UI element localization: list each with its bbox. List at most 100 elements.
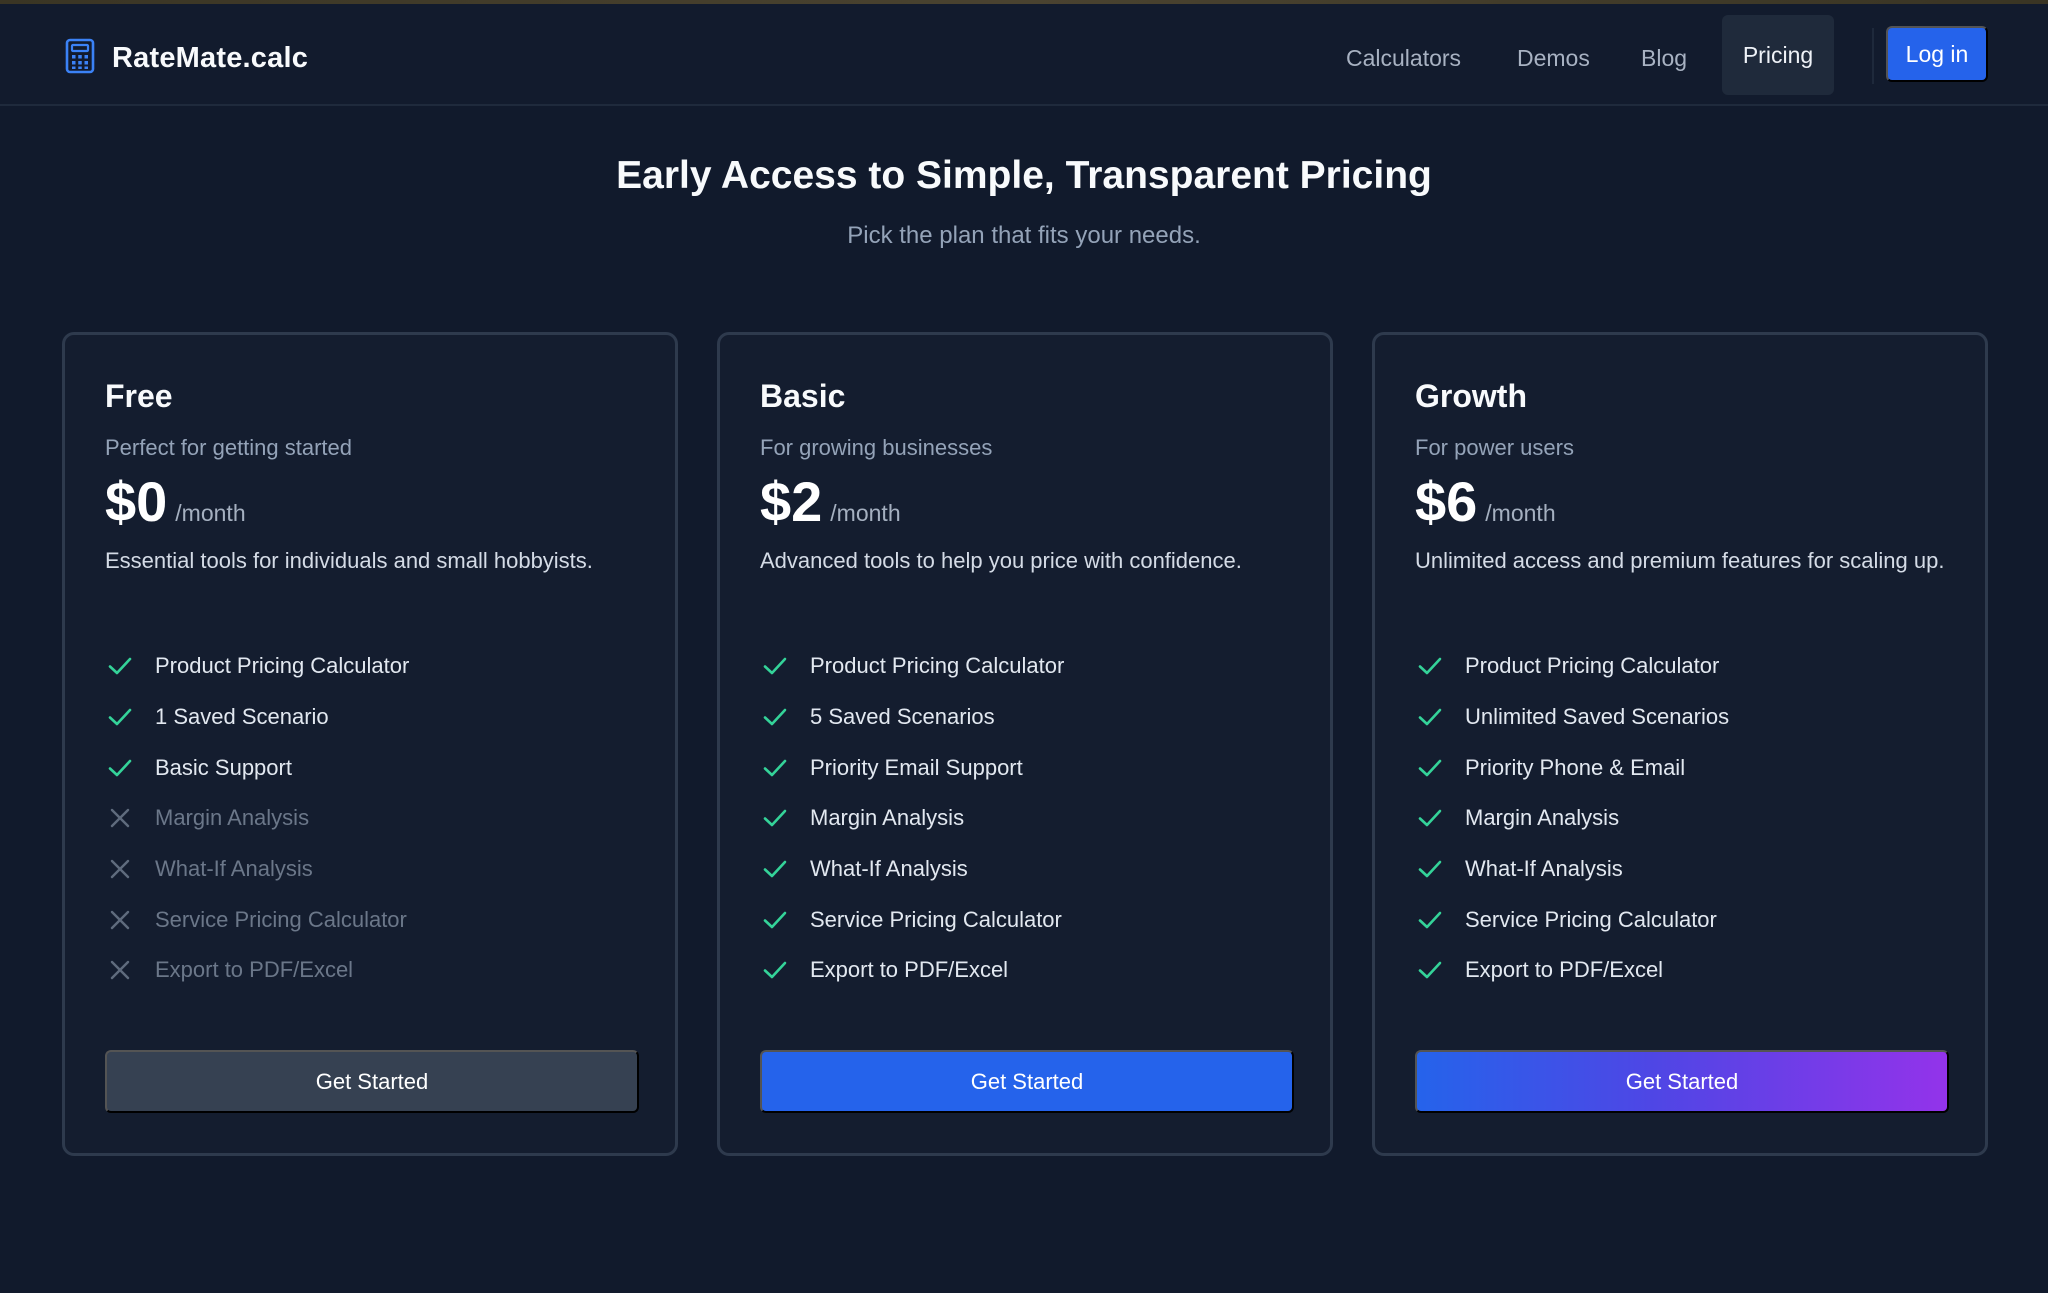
check-icon <box>1415 753 1445 783</box>
pricing-card-growth: Growth For power users $6 /month Unlimite… <box>1372 332 1988 1156</box>
login-button[interactable]: Log in <box>1886 26 1988 82</box>
feature-label: Margin Analysis <box>1465 805 1620 831</box>
nav-link-blog[interactable]: Blog <box>1641 45 1687 72</box>
check-icon <box>105 753 135 783</box>
check-icon <box>760 651 790 681</box>
feature-item: Service Pricing Calculator <box>105 894 409 945</box>
feature-item: Export to PDF/Excel <box>760 945 1064 996</box>
check-icon <box>1415 955 1445 985</box>
navbar: RateMate.calc Calculators Demos Blog Pri… <box>0 4 2048 106</box>
check-icon <box>1415 651 1445 681</box>
price-row: $2 /month <box>760 469 901 534</box>
feature-item: Product Pricing Calculator <box>760 641 1064 692</box>
feature-item: Priority Phone & Email <box>1415 742 1729 793</box>
feature-item: What-If Analysis <box>105 844 409 895</box>
check-icon <box>760 803 790 833</box>
brand-logo[interactable]: RateMate.calc <box>64 38 308 79</box>
nav-link-calculators[interactable]: Calculators <box>1346 45 1461 72</box>
feature-label: Export to PDF/Excel <box>155 957 354 983</box>
feature-label: Service Pricing Calculator <box>155 906 407 932</box>
plan-name: Growth <box>1415 378 1527 414</box>
feature-item: Product Pricing Calculator <box>1415 641 1729 692</box>
feature-list: Product Pricing Calculator 1 Saved Scena… <box>105 641 409 996</box>
feature-label: Service Pricing Calculator <box>1465 906 1717 932</box>
feature-label: 5 Saved Scenarios <box>810 704 995 730</box>
plan-tagline: For growing businesses <box>760 435 993 460</box>
feature-item: What-If Analysis <box>1415 844 1729 895</box>
price-row: $0 /month <box>105 469 246 534</box>
feature-item: Priority Email Support <box>760 742 1064 793</box>
calculator-icon <box>64 38 96 79</box>
price-row: $6 /month <box>1415 469 1556 534</box>
feature-item: Service Pricing Calculator <box>760 894 1064 945</box>
feature-label: Product Pricing Calculator <box>810 653 1065 679</box>
pricing-card-free: Free Perfect for getting started $0 /mont… <box>62 332 678 1156</box>
pricing-card-basic: Basic For growing businesses $2 /month Ad… <box>717 332 1333 1156</box>
check-icon <box>760 702 790 732</box>
check-icon <box>1415 854 1445 884</box>
x-icon <box>105 854 135 884</box>
feature-label: 1 Saved Scenario <box>155 704 329 730</box>
x-icon <box>105 955 135 985</box>
feature-label: Margin Analysis <box>810 805 965 831</box>
get-started-button-basic[interactable]: Get Started <box>760 1050 1294 1113</box>
plan-name: Basic <box>760 378 846 414</box>
feature-label: Product Pricing Calculator <box>155 653 410 679</box>
feature-label: Priority Phone & Email <box>1465 754 1686 780</box>
feature-item: Product Pricing Calculator <box>105 641 409 692</box>
check-icon <box>760 955 790 985</box>
feature-label: Margin Analysis <box>155 805 310 831</box>
check-icon <box>1415 803 1445 833</box>
plan-price: $6 <box>1415 470 1478 533</box>
plan-tagline: Perfect for getting started <box>105 435 353 460</box>
feature-label: Export to PDF/Excel <box>1465 957 1664 983</box>
plan-price: $0 <box>105 470 168 533</box>
plan-description: Advanced tools to help you price with co… <box>760 548 1242 573</box>
feature-item: Service Pricing Calculator <box>1415 894 1729 945</box>
feature-label: Export to PDF/Excel <box>810 957 1009 983</box>
get-started-button-free[interactable]: Get Started <box>105 1050 639 1113</box>
feature-item: Unlimited Saved Scenarios <box>1415 692 1729 743</box>
feature-item: Export to PDF/Excel <box>105 945 409 996</box>
plan-period: /month <box>1485 500 1556 526</box>
feature-label: Basic Support <box>155 754 292 780</box>
plan-name: Free <box>105 378 173 414</box>
check-icon <box>1415 702 1445 732</box>
feature-label: Service Pricing Calculator <box>810 906 1062 932</box>
feature-label: What-If Analysis <box>155 856 313 882</box>
feature-label: Product Pricing Calculator <box>1465 653 1720 679</box>
check-icon <box>105 702 135 732</box>
plan-price: $2 <box>760 470 823 533</box>
feature-item: Export to PDF/Excel <box>1415 945 1729 996</box>
feature-item: Margin Analysis <box>1415 793 1729 844</box>
feature-label: What-If Analysis <box>810 856 968 882</box>
get-started-button-growth[interactable]: Get Started <box>1415 1050 1949 1113</box>
check-icon <box>105 651 135 681</box>
check-icon <box>760 905 790 935</box>
feature-label: Priority Email Support <box>810 754 1023 780</box>
feature-list: Product Pricing Calculator 5 Saved Scena… <box>760 641 1064 996</box>
nav-link-demos[interactable]: Demos <box>1517 45 1590 72</box>
page-subtitle: Pick the plan that fits your needs. <box>847 222 1201 249</box>
feature-item: 5 Saved Scenarios <box>760 692 1064 743</box>
feature-item: What-If Analysis <box>760 844 1064 895</box>
feature-item: Basic Support <box>105 742 409 793</box>
plan-tagline: For power users <box>1415 435 1574 460</box>
feature-item: Margin Analysis <box>760 793 1064 844</box>
x-icon <box>105 803 135 833</box>
brand-name: RateMate.calc <box>112 42 309 74</box>
feature-label: What-If Analysis <box>1465 856 1623 882</box>
feature-list: Product Pricing Calculator Unlimited Sav… <box>1415 641 1729 996</box>
plan-period: /month <box>830 500 901 526</box>
plan-description: Unlimited access and premium features fo… <box>1415 548 1945 573</box>
feature-item: 1 Saved Scenario <box>105 692 409 743</box>
check-icon <box>760 854 790 884</box>
nav-divider <box>1872 28 1874 84</box>
feature-item: Margin Analysis <box>105 793 409 844</box>
page-title: Early Access to Simple, Transparent Pric… <box>616 154 1432 197</box>
feature-label: Unlimited Saved Scenarios <box>1465 704 1730 730</box>
x-icon <box>105 905 135 935</box>
plan-period: /month <box>175 500 246 526</box>
check-icon <box>760 753 790 783</box>
nav-link-pricing[interactable]: Pricing <box>1722 15 1834 95</box>
